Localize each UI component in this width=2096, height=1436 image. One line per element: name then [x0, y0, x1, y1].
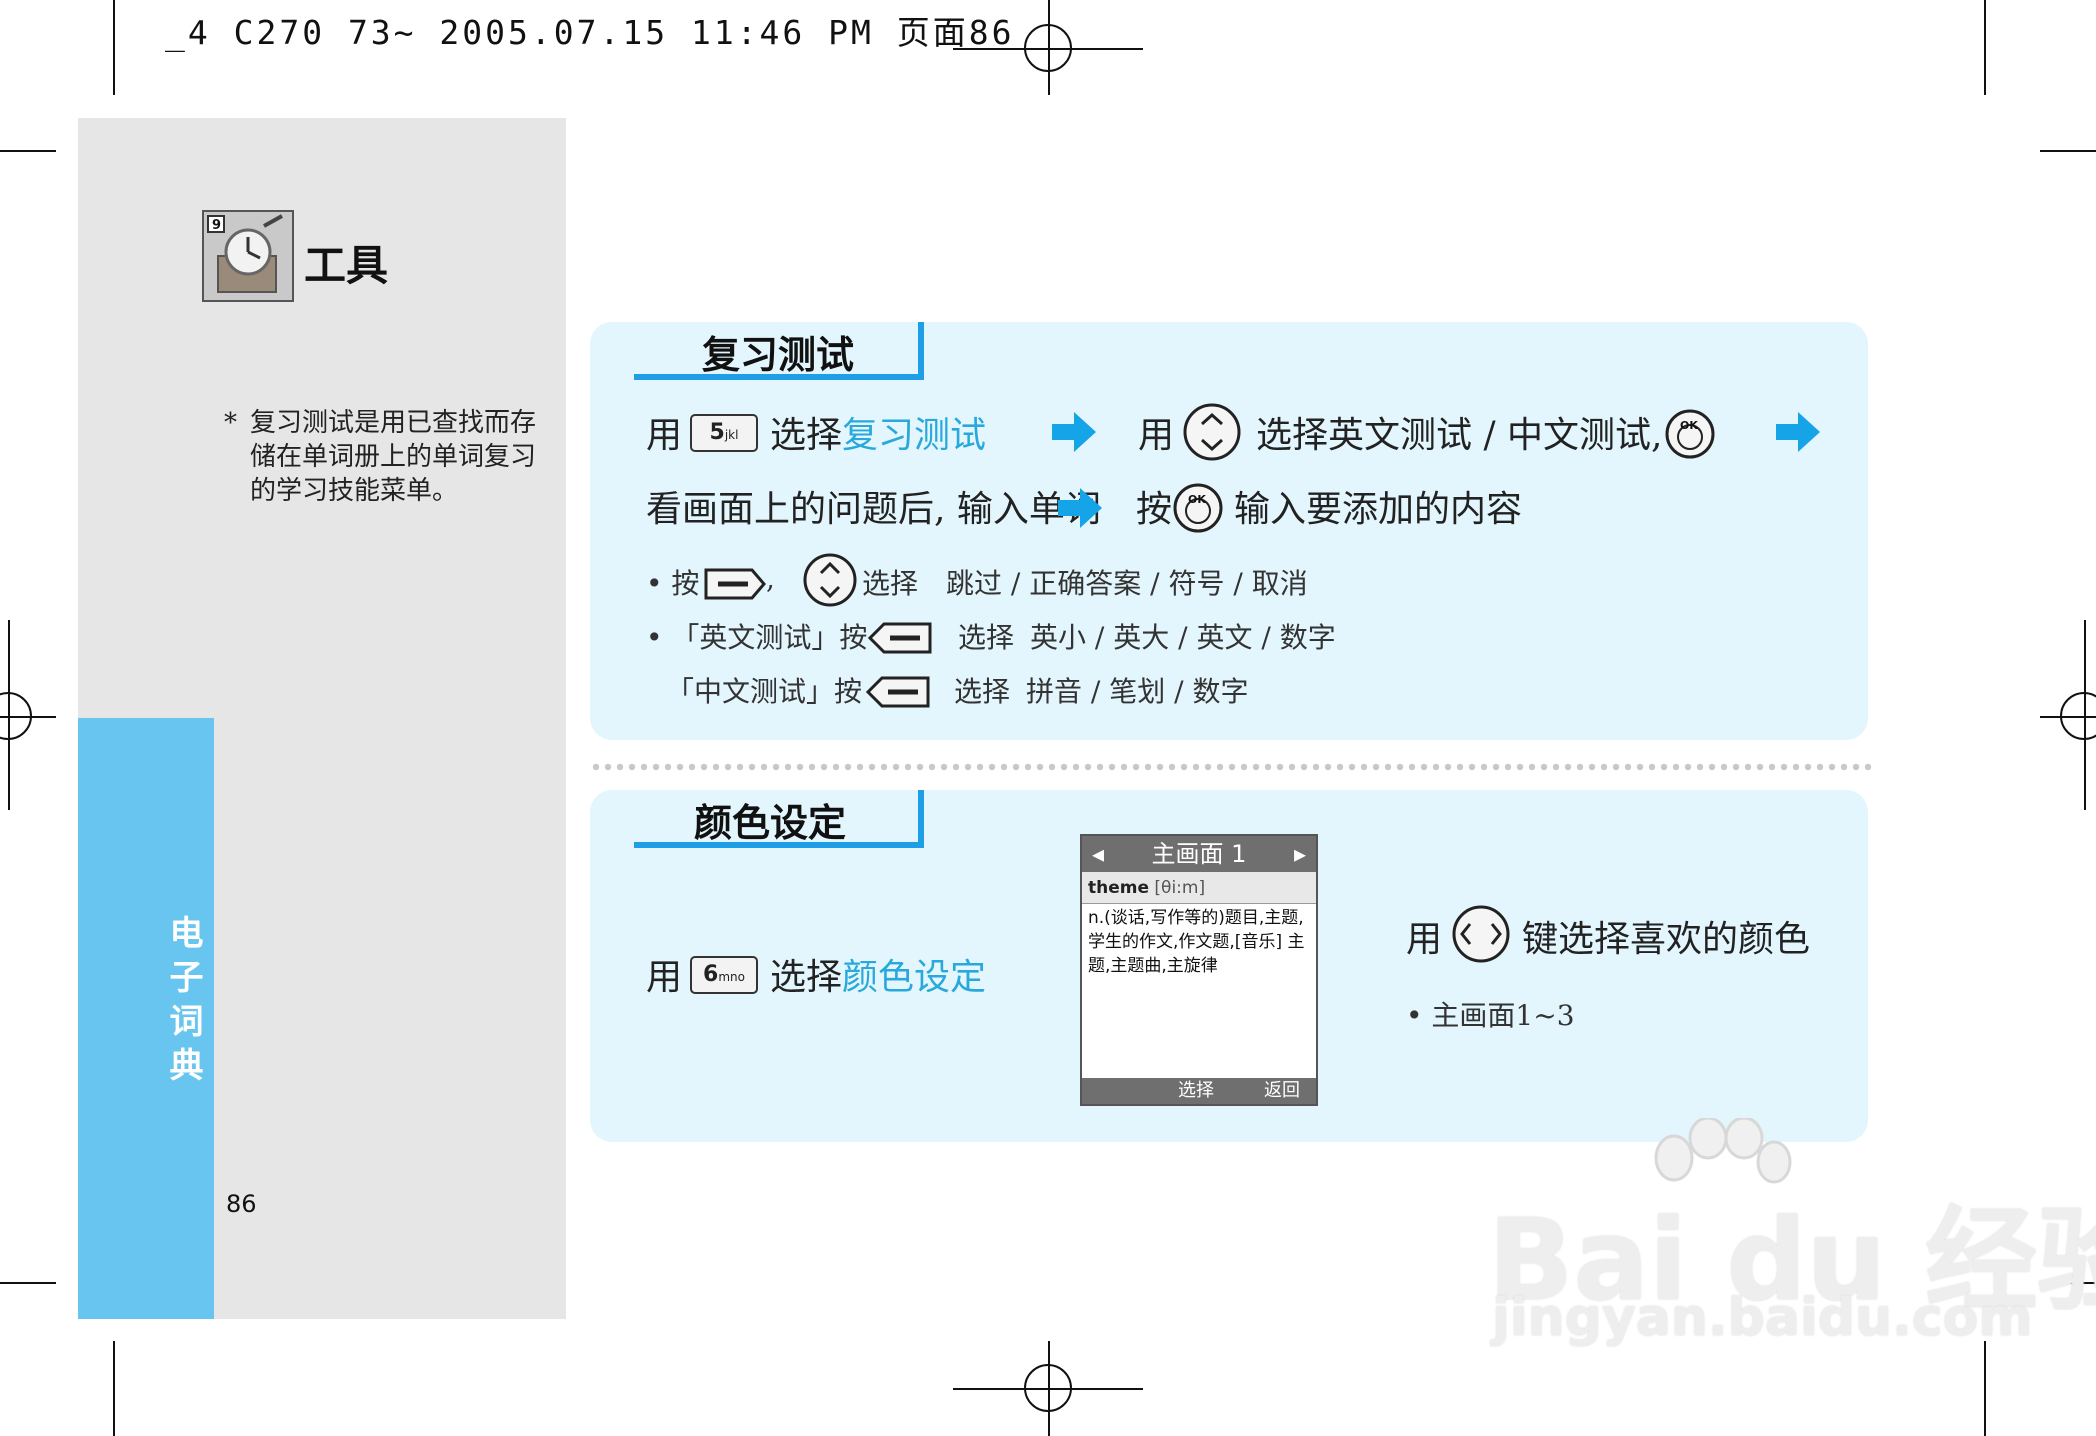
select-label: 选择 [770, 415, 843, 456]
phone-header-title: 主画面 1 [1151, 840, 1247, 868]
registration-mark [2060, 692, 2096, 740]
bullet-2-select: 选择 [958, 621, 1015, 654]
registration-mark [1024, 24, 1072, 72]
ok-label: OK [1680, 419, 1698, 432]
registration-mark [0, 692, 32, 740]
phone-word: theme [1088, 878, 1150, 898]
instruction-use: 用 [646, 957, 683, 998]
instruction-use: 用 [646, 415, 683, 456]
crop-mark [1984, 0, 1986, 95]
watermark-url: jingyan.baidu.com [1492, 1288, 2033, 1348]
tools-icon: 9 [202, 210, 294, 302]
arrow-right-icon [1052, 412, 1096, 452]
key-6-sub: mno [718, 970, 745, 984]
key-5-sub: jkl [724, 428, 739, 442]
bullet-2-prefix: 「英文测试」按 [671, 621, 868, 654]
arrow-right-icon [1776, 412, 1820, 452]
note-star: * [224, 408, 237, 438]
bullet-1-press: 按 [671, 567, 700, 600]
bullet-1-options: 跳过 / 正确答案 / 符号 / 取消 [946, 567, 1308, 600]
crop-mark [113, 0, 115, 95]
soft-key-left-icon [866, 676, 930, 708]
page-title: 工具 [304, 241, 389, 290]
soft-key-right-icon [704, 568, 766, 600]
bullet-dot: • [646, 621, 672, 654]
right-arrow-icon: ▸ [1293, 840, 1306, 868]
print-header: _4 C270 73~ 2005.07.15 11:46 PM 页面86 [165, 13, 1015, 52]
nav-up-down-key-icon [1183, 403, 1241, 461]
key-6: 6mno [690, 956, 758, 994]
select-label: 选择 [770, 957, 843, 998]
instruction-select: 选择复习测试 [770, 406, 986, 458]
phone-softkey-bar: 选择 返回 [1082, 1078, 1316, 1104]
instruction-select: 选择颜色设定 [770, 948, 986, 1000]
note-text: 复习测试是用已查找而存储在单词册上的单词复习的学习技能菜单。 [250, 408, 537, 506]
ok-key-icon: OK [1665, 409, 1715, 459]
ok-key-icon: OK [1173, 483, 1223, 533]
phone-phonetic: [θi:m] [1154, 878, 1206, 898]
color-bullet: • 主画面1~3 [1406, 994, 1575, 1034]
crop-mark [2040, 150, 2096, 152]
instruction-press: 按 [1136, 489, 1173, 530]
phone-word-bar: theme [θi:m] [1082, 872, 1316, 904]
bullet-3-select: 选择 [954, 675, 1011, 708]
bullet-dot: • [1406, 999, 1432, 1032]
registration-mark [1024, 1364, 1072, 1412]
key-6-label: 6 [703, 962, 719, 987]
page-number: 86 [226, 1190, 257, 1218]
phone-softkey-select: 选择 [1178, 1080, 1214, 1101]
instruction-right-text: 键选择喜欢的颜色 [1522, 919, 1811, 960]
instruction-select-mode: 选择英文测试 / 中文测试, 按 [1256, 415, 1710, 456]
nav-up-down-key-icon [803, 553, 857, 607]
crop-mark [0, 1282, 56, 1284]
bullet-2-options: 英小 / 英大 / 英文 / 数字 [1030, 621, 1336, 654]
section-title-review-test: 复习测试 [702, 332, 855, 377]
phone-definition: n.(谈话,写作等的)题目,主题,学生的作文,作文题,[音乐] 主题,主题曲,主… [1088, 908, 1305, 976]
instruction-enter: 输入要添加的内容 [1234, 489, 1523, 530]
key-5-label: 5 [709, 420, 725, 445]
bullet-1: • 按 [646, 562, 699, 602]
left-arrow-icon: ◂ [1092, 840, 1105, 868]
bullet-dot: • [646, 567, 672, 600]
instruction-use-2: 用 [1138, 415, 1175, 456]
phone-softkey-back: 返回 [1264, 1080, 1300, 1101]
svg-text:9: 9 [212, 218, 221, 233]
section-title-color-setting: 颜色设定 [694, 800, 847, 845]
color-bullet-text: 主画面1~3 [1431, 999, 1575, 1032]
phone-screen: ◂ 主画面 1 ▸ theme [θi:m] n.(谈话,写作等的)题目,主题,… [1080, 834, 1318, 1106]
soft-key-left-icon [868, 622, 932, 654]
color-setting-highlight: 颜色设定 [842, 957, 987, 998]
section-tab-label: 电子词典 [163, 915, 203, 1091]
side-note: * 复习测试是用已查找而存储在单词册上的单词复习的学习技能菜单。 [224, 406, 554, 508]
instruction-view-question: 看画面上的问题后, 输入单词 [646, 489, 1101, 530]
review-test-highlight: 复习测试 [842, 415, 987, 456]
bullet-3-options: 拼音 / 笔划 / 数字 [1026, 675, 1249, 708]
ok-label: OK [1188, 493, 1206, 506]
bullet-3-prefix: 「中文测试」按 [666, 675, 863, 708]
bullet-2: • 「英文测试」按 [646, 616, 867, 656]
crop-mark [113, 1341, 115, 1436]
instruction-right-use: 用 [1406, 919, 1443, 960]
crop-mark [0, 150, 56, 152]
dotted-divider [590, 763, 1872, 771]
bullet-1-comma: , [766, 562, 775, 595]
crop-mark [1984, 1341, 1986, 1436]
nav-left-right-key-icon [1452, 905, 1510, 963]
phone-header: ◂ 主画面 1 ▸ [1082, 836, 1316, 872]
arrow-right-icon [1058, 488, 1102, 528]
key-5: 5jkl [690, 414, 758, 452]
bullet-1-select: 选择 [862, 567, 919, 600]
